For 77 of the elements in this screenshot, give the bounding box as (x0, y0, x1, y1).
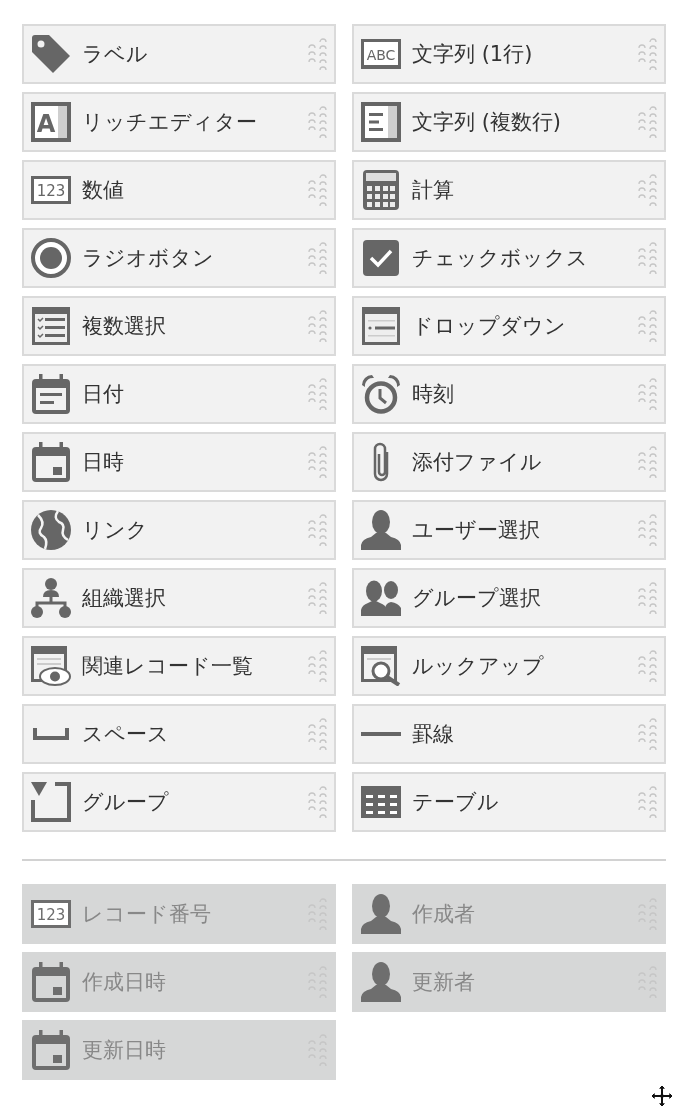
drag-handle-icon[interactable] (638, 785, 658, 819)
calendar-icon (32, 962, 70, 1002)
number-box-icon: 123 (31, 176, 71, 204)
person-icon (361, 894, 401, 934)
drag-handle-icon[interactable] (308, 717, 328, 751)
tag-icon (31, 34, 71, 74)
field-tile[interactable]: 添付ファイル (352, 432, 666, 492)
field-tile[interactable]: テーブル (352, 772, 666, 832)
drag-handle-icon[interactable] (638, 581, 658, 615)
field-tile[interactable]: A リッチエディター (22, 92, 336, 152)
field-tile[interactable]: 日付 (22, 364, 336, 424)
two-people-icon (361, 580, 401, 616)
field-tile[interactable]: 組織選択 (22, 568, 336, 628)
corner-triangle-icon (31, 782, 71, 822)
field-tile[interactable]: ユーザー選択 (352, 500, 666, 560)
calculator-icon (363, 170, 399, 210)
paperclip-icon (373, 442, 389, 482)
drag-handle-icon[interactable] (308, 649, 328, 683)
move-cursor-icon (650, 1084, 674, 1108)
calendar-icon (32, 374, 70, 414)
drag-handle-icon[interactable] (308, 37, 328, 71)
field-tile[interactable]: ドロップダウン (352, 296, 666, 356)
org-chart-icon (31, 578, 71, 618)
drag-handle-icon[interactable] (638, 445, 658, 479)
checklist-icon (32, 307, 70, 345)
eye-window-icon (31, 646, 71, 686)
globe-icon (31, 510, 71, 550)
field-tile[interactable]: 日時 (22, 432, 336, 492)
drag-handle-icon[interactable] (638, 717, 658, 751)
drag-handle-icon[interactable] (308, 513, 328, 547)
drag-handle-icon[interactable] (638, 309, 658, 343)
drag-handle-icon[interactable] (638, 105, 658, 139)
field-tile[interactable]: ルックアップ (352, 636, 666, 696)
field-tile[interactable]: 時刻 (352, 364, 666, 424)
field-tile[interactable]: ラジオボタン (22, 228, 336, 288)
person-icon (361, 510, 401, 550)
field-tile[interactable]: 罫線 (352, 704, 666, 764)
calendar-icon (32, 1030, 70, 1070)
alarm-clock-icon (361, 374, 401, 414)
field-tile[interactable]: グループ選択 (352, 568, 666, 628)
field-tile[interactable]: 文字列 (複数行) (352, 92, 666, 152)
drag-handle-icon[interactable] (638, 377, 658, 411)
field-tile[interactable]: グループ (22, 772, 336, 832)
magnifier-window-icon (361, 646, 401, 686)
drag-handle-icon[interactable] (638, 513, 658, 547)
field-tile[interactable]: ラベル (22, 24, 336, 84)
drag-handle-icon[interactable] (308, 173, 328, 207)
dropdown-list-icon (362, 307, 400, 345)
drag-handle-icon[interactable] (308, 581, 328, 615)
number-box-icon: 123 (31, 900, 71, 928)
drag-handle-icon[interactable] (308, 785, 328, 819)
table-grid-icon (361, 786, 401, 818)
drag-handle-icon[interactable] (638, 37, 658, 71)
radio-button-icon (31, 238, 71, 278)
person-icon (361, 962, 401, 1002)
drag-handle-icon[interactable] (308, 105, 328, 139)
field-tile[interactable]: ABC 文字列 (1行) (352, 24, 666, 84)
drag-handle-icon[interactable] (308, 445, 328, 479)
checkbox-icon (363, 240, 399, 276)
drag-handle-icon[interactable] (638, 649, 658, 683)
field-tile[interactable]: チェックボックス (352, 228, 666, 288)
abc-box-icon: ABC (361, 39, 401, 69)
field-tile[interactable]: スペース (22, 704, 336, 764)
drag-handle-icon[interactable] (638, 241, 658, 275)
field-tile[interactable]: 計算 (352, 160, 666, 220)
field-tile[interactable]: リンク (22, 500, 336, 560)
drag-handle-icon[interactable] (308, 309, 328, 343)
letter-box-icon: A (31, 102, 71, 142)
text-lines-icon (361, 102, 401, 142)
calendar-icon (32, 442, 70, 482)
drag-handle-icon[interactable] (308, 377, 328, 411)
field-tile[interactable]: 123 数値 (22, 160, 336, 220)
field-tile[interactable]: 関連レコード一覧 (22, 636, 336, 696)
drag-handle-icon[interactable] (638, 173, 658, 207)
field-tile[interactable]: 複数選択 (22, 296, 336, 356)
space-bracket-icon (33, 728, 69, 740)
drag-handle-icon[interactable] (308, 241, 328, 275)
